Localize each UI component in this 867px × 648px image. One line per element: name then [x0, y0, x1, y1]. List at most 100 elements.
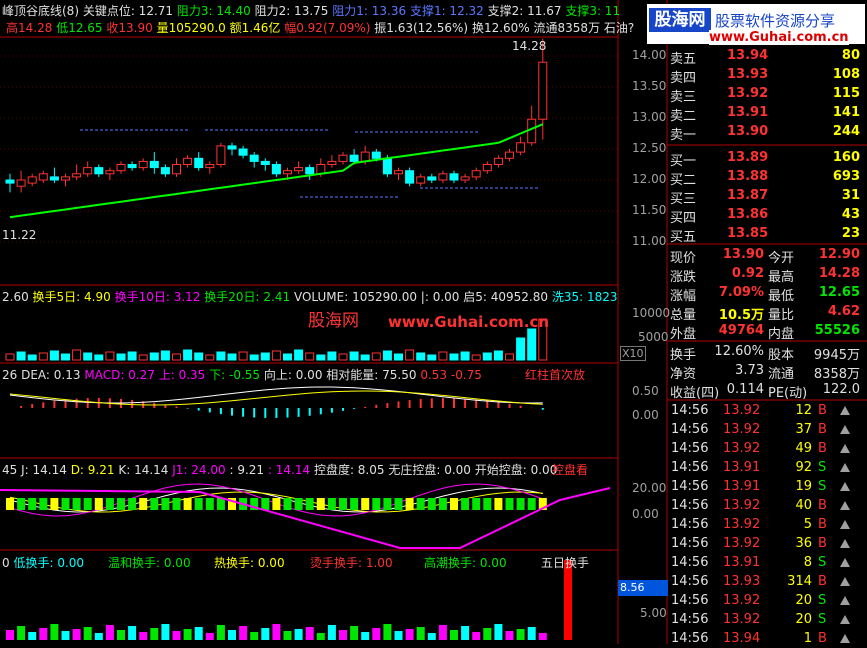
resist1: 阻力1: 13.36 — [332, 4, 407, 18]
volume-bar — [482, 352, 492, 361]
buy-label: 买一 — [670, 154, 697, 169]
candle-body — [305, 167, 315, 175]
turnover-bar — [372, 628, 381, 640]
volume-value: VOLUME: 105290.00 — [293, 290, 417, 304]
sell-label: 卖一 — [670, 128, 697, 143]
quote-header: 高14.28 低12.65 收13.90 量105290.0 额1.46亿 幅0… — [6, 19, 634, 36]
stat-value: 55526 — [814, 323, 860, 338]
hot-turn: 热换手: 0.00 — [214, 556, 285, 570]
stat-value: 3.73 — [735, 363, 764, 378]
turnover-bar — [416, 627, 425, 640]
candle-body — [505, 151, 514, 159]
volume-bar — [327, 351, 337, 361]
tick-price: 13.93 — [723, 574, 761, 589]
tick-arrow-icon — [840, 596, 850, 605]
volume-bar — [316, 354, 326, 361]
kdj-bar — [450, 498, 458, 510]
kdj-bar — [527, 498, 536, 510]
turnover-bar — [427, 633, 436, 640]
volume-bar — [305, 352, 315, 361]
candle-body — [405, 170, 415, 184]
kdj-bar — [438, 498, 447, 510]
kdj-a: 45 — [2, 463, 18, 477]
tick-volume: 1 — [803, 631, 812, 646]
tick-time: 14:56 — [671, 631, 709, 646]
tick-volume: 20 — [795, 593, 812, 608]
turnover-bar — [183, 629, 192, 640]
candle-body — [94, 167, 104, 175]
stock-name: 石油? — [603, 21, 635, 35]
turnover-bar — [50, 624, 59, 640]
turnover-bar — [228, 630, 236, 640]
candle-body — [249, 154, 259, 162]
turnover-bar — [294, 629, 303, 640]
resist3: 阻力3: 14.40 — [176, 4, 251, 18]
tick-time: 14:56 — [671, 498, 709, 513]
tick-arrow-icon — [840, 444, 850, 453]
tick-side: B — [818, 498, 827, 513]
turnover-bar — [361, 632, 370, 640]
volume-bar — [371, 352, 381, 361]
turnover-bar — [261, 628, 270, 640]
sell-price: 13.94 — [727, 48, 769, 63]
kdj-axis-2: 0.00 — [632, 507, 659, 521]
support1: 支撑1: 12.32 — [409, 4, 484, 18]
turnover-bar — [438, 625, 447, 640]
amount-value: 额1.46亿 — [229, 21, 281, 35]
peak-turn: 高潮换手: 0.00 — [424, 556, 507, 570]
tick-time: 14:56 — [671, 593, 709, 608]
price-axis-label: 11.00 — [632, 234, 667, 248]
indicator-header: 峰顶谷底线(8) 关键点位: 12.71 阻力3: 14.40 阻力2: 13.… — [2, 2, 620, 19]
kdj-bar — [283, 498, 292, 510]
vol-axis-2: 5000 — [638, 330, 669, 344]
candle-body — [349, 154, 359, 162]
turnover-bar — [272, 624, 281, 640]
candle-body — [382, 157, 392, 175]
turnover-bar — [505, 631, 514, 640]
low-turn: 低换手: 0.00 — [13, 556, 85, 570]
kdj-bar — [105, 498, 114, 510]
candle-body — [83, 167, 93, 175]
turnover-bar — [117, 630, 125, 640]
vol-i: |: 0.00 — [420, 290, 460, 304]
turnover-bar — [450, 630, 458, 640]
tick-arrow-icon — [840, 558, 850, 567]
kdj-bar — [472, 498, 481, 510]
logo-cn: 股海网 — [649, 8, 711, 32]
tick-price: 13.91 — [723, 555, 761, 570]
candle-body — [438, 173, 448, 181]
turnover-bar — [161, 624, 170, 640]
turnover-bar — [28, 632, 37, 640]
stat-value: 12.90 — [818, 247, 860, 262]
macd-header: 26 DEA: 0.13 MACD: 0.27 上: 0.35 下: -0.55… — [2, 366, 482, 383]
tick-side: S — [818, 479, 827, 494]
kdj-header: 45 J: 14.14 D: 9.21 K: 14.14 J1: 24.00 :… — [2, 461, 557, 478]
tick-arrow-icon — [840, 520, 850, 529]
tick-volume: 37 — [795, 422, 812, 437]
volume-bar — [416, 352, 426, 361]
vol-value: 量105290.0 — [156, 21, 226, 35]
vol-qi: 启5: 40952.80 — [463, 290, 549, 304]
sell-volume: 115 — [832, 86, 860, 101]
tick-price: 13.92 — [723, 593, 761, 608]
turn-a: 0 — [2, 556, 10, 570]
kdj-bar — [139, 498, 148, 510]
candle-body — [371, 151, 381, 159]
vol-header: 2.60 换手5日: 4.90 换手10日: 3.12 换手20日: 2.41 … — [2, 288, 618, 305]
kdj-bar — [350, 498, 359, 510]
tick-price: 13.92 — [723, 422, 761, 437]
macd-v1: 0.53 — [420, 368, 448, 382]
stat-label: 总量 — [670, 308, 697, 323]
kdj-bar — [216, 498, 225, 510]
kdj-bar — [172, 498, 181, 510]
volume-bar — [271, 350, 281, 361]
tick-volume: 49 — [795, 441, 812, 456]
tick-time: 14:56 — [671, 555, 709, 570]
volume-bar — [460, 351, 470, 361]
vol-a: 2.60 — [2, 290, 29, 304]
kdj-bar — [305, 498, 314, 510]
turnover-bar — [350, 626, 359, 640]
stat-value: 49764 — [718, 323, 764, 338]
kdj-bar — [28, 498, 37, 510]
tick-time: 14:56 — [671, 574, 709, 589]
